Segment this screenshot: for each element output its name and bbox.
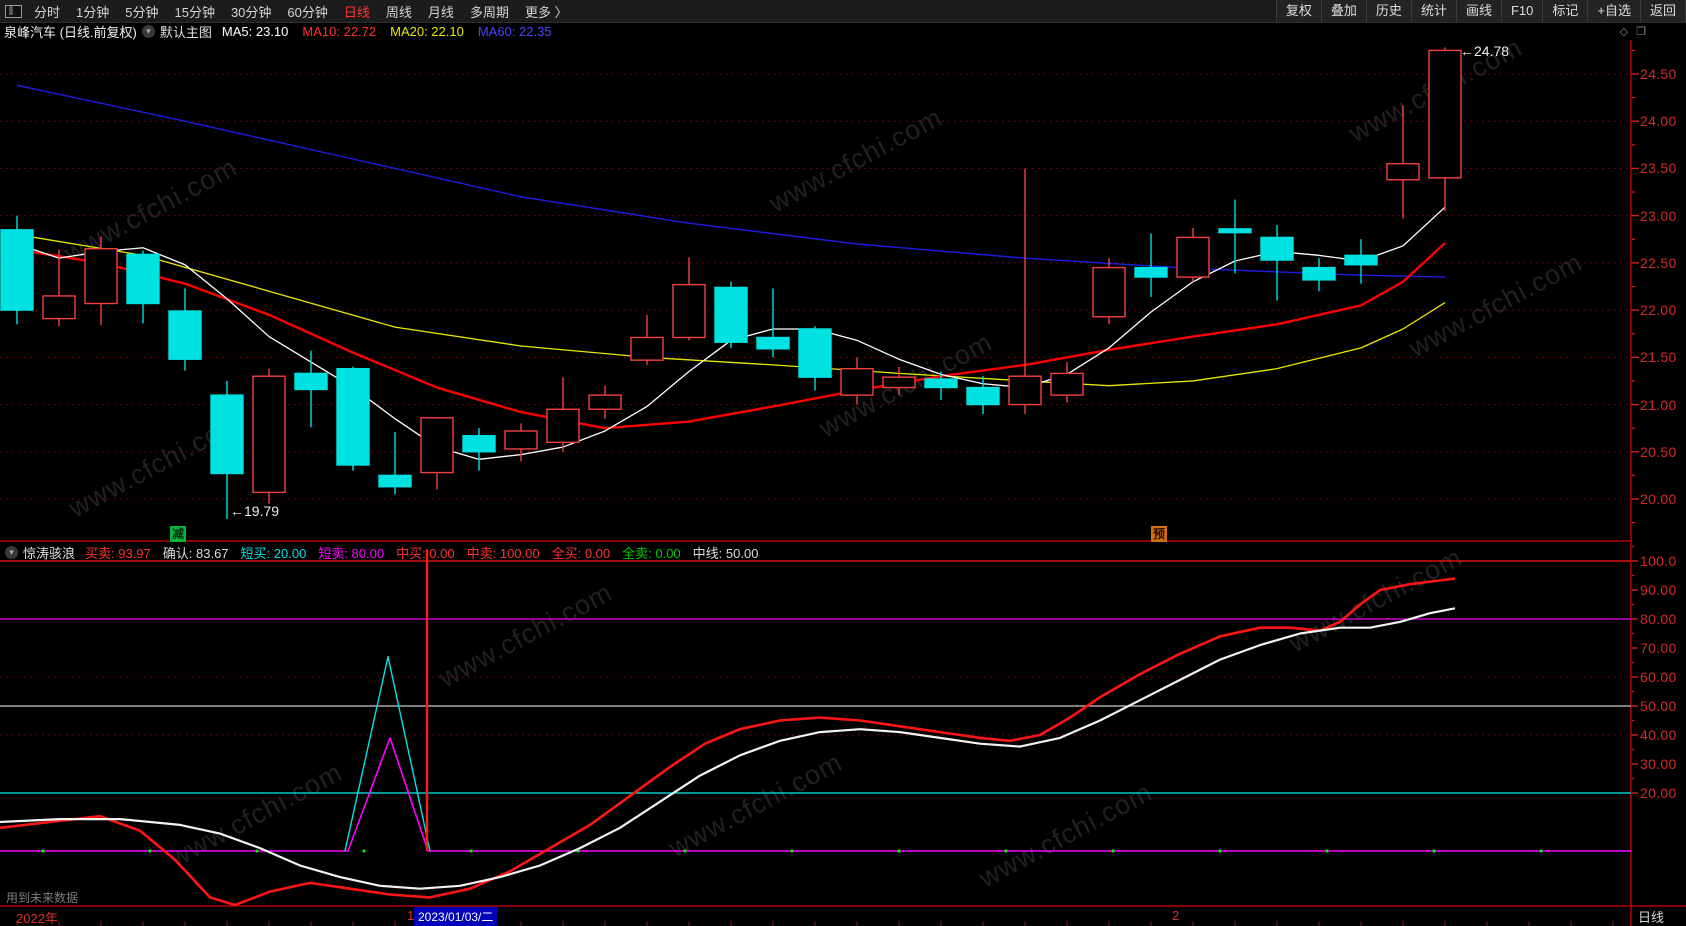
indicator-field: 买卖: 93.97 [85,543,151,562]
toolbar-actions: 复权叠加历史统计画线F10标记+自选返回 [1276,0,1686,22]
low-price-marker: ←19.79 [230,503,279,519]
indicator-field: 短卖: 80.00 [318,543,384,562]
period-menu-item[interactable]: 60分钟 [287,2,327,21]
toolbar-button[interactable]: +自选 [1587,0,1640,22]
indicator-title-bar: ▾ 惊涛骇浪 买卖: 93.97 确认: 83.67 短买: 20.00 短卖: 80… [0,542,1630,562]
axis-tick-label: 20.50 [1640,444,1677,460]
indicator-field: 短买: 20.00 [241,543,307,562]
axis-tick-label: 40.00 [1640,727,1677,743]
ma-legend-item: MA5: 23.10 [222,24,289,39]
axis-tick-label: 23.00 [1640,208,1677,224]
period-menu-item[interactable]: 周线 [386,2,412,21]
period-menu: 分时 1分钟 5分钟 15分钟 30分钟 60分钟日线周线月线多周期更多 〉 [34,2,568,21]
indicator-field: 中买: 0.00 [396,543,455,562]
period-menu-item[interactable]: 月线 [428,2,454,21]
toolbar-button[interactable]: 返回 [1640,0,1686,22]
axis-tick-label: 24.50 [1640,66,1677,82]
month-marker: 2 [1172,908,1179,923]
toolbar-button[interactable]: F10 [1501,0,1542,22]
indicator-field: 全卖: 0.00 [622,543,681,562]
chevron-down-icon[interactable]: ▾ [142,25,155,38]
ma-legend-item: MA20: 22.10 [390,24,464,39]
date-cursor-label: 2023/01/03/二 [414,907,497,926]
axis-tick-label: 24.00 [1640,113,1677,129]
indicator-field: 中线: 50.00 [693,543,759,562]
period-menu-item[interactable]: 15分钟 [174,2,214,21]
diamond-icon[interactable]: ◇ [1620,25,1628,38]
toolbar-button[interactable]: 画线 [1456,0,1501,22]
indicator-field: 全买: 0.00 [552,543,611,562]
axis-tick-label: 50.00 [1640,698,1677,714]
axis-tick-label: 23.50 [1640,160,1677,176]
ma-legend: MA5: 23.10 MA10: 22.72 MA20: 22.10 MA60: 22… [222,24,552,39]
toolbar-button[interactable]: 统计 [1411,0,1456,22]
indicator-field: 确认: 83.67 [163,543,229,562]
axis-tick-label: 30.00 [1640,756,1677,772]
trading-terminal: 分时1分钟5分钟15分钟30分钟60分钟日线周线月线多周期更多 〉 复权叠加历史… [0,0,1686,926]
axis-tick-label: 60.00 [1640,669,1677,685]
axis-tick-label: 20.00 [1640,785,1677,801]
signal-badge: 预 [1151,526,1167,542]
year-label: 2022年 [16,908,58,926]
stock-info-bar: 泉峰汽车 (日线.前复权) ▾ 默认主图 MA5: 23.10 MA10: 22.… [0,23,1686,40]
axis-tick-label: 22.00 [1640,302,1677,318]
period-menu-item[interactable]: 1分钟 [76,2,109,21]
indicator-values: 买卖: 93.97 确认: 83.67 短买: 20.00 短卖: 80.00 中买: … [85,543,758,562]
chevron-down-icon[interactable]: ▾ [5,546,18,559]
toolbar-button[interactable]: 历史 [1366,0,1411,22]
axis-tick-label: 21.00 [1640,397,1677,413]
period-menu-item[interactable]: 多周期 [470,2,509,21]
stock-title: 泉峰汽车 (日线.前复权) [4,22,137,41]
period-menu-item[interactable]: 更多 〉 [525,2,568,21]
signal-badge: 减 [170,526,186,542]
axis-tick-label: 22.50 [1640,255,1677,271]
period-menu-item[interactable]: 日线 [344,2,370,21]
future-data-note: 用到未来数据 [6,889,78,906]
indicator-name[interactable]: 惊涛骇浪 [23,543,75,562]
axis-tick-label: 80.00 [1640,611,1677,627]
indicator-field: 中卖: 100.00 [467,543,540,562]
toolbar-button[interactable]: 叠加 [1321,0,1366,22]
main-chart-type-label[interactable]: 默认主图 [160,22,212,41]
axis-tick-label: 20.00 [1640,491,1677,507]
axis-tick-label: 21.50 [1640,349,1677,365]
axis-tick-label: 100.0 [1640,553,1677,569]
axis-tick-label: 70.00 [1640,640,1677,656]
period-menu-item[interactable]: 5分钟 [125,2,158,21]
toolbar-button[interactable]: 标记 [1542,0,1587,22]
app-window-icon[interactable] [5,5,22,18]
period-menu-item[interactable]: 分时 [34,2,60,21]
ma-legend-item: MA10: 22.72 [302,24,376,39]
split-window-icon[interactable]: ❐ [1636,25,1646,38]
chart-canvas[interactable] [0,0,1686,926]
toolbar-button[interactable]: 复权 [1276,0,1321,22]
ma-legend-item: MA60: 22.35 [478,24,552,39]
period-menu-item[interactable]: 30分钟 [231,2,271,21]
period-label: 日线 [1638,907,1664,926]
top-menu-bar: 分时 1分钟 5分钟 15分钟 30分钟 60分钟日线周线月线多周期更多 〉 复权叠加历史… [0,0,1686,23]
axis-tick-label: 90.00 [1640,582,1677,598]
high-price-marker: ←24.78 [1460,43,1509,59]
